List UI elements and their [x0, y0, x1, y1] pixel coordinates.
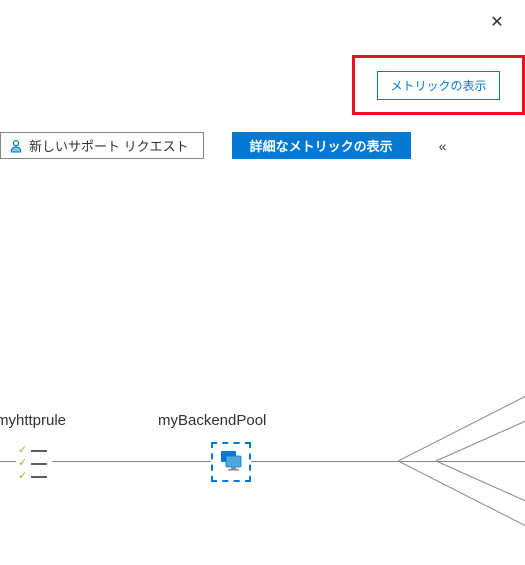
- vm-pool-icon: [218, 448, 244, 477]
- backend-pool-node[interactable]: [211, 442, 251, 482]
- support-person-icon: [9, 139, 23, 153]
- new-support-request-button[interactable]: 新しいサポート リクエスト: [0, 132, 204, 159]
- backend-pool-label: myBackendPool: [158, 412, 266, 429]
- detailed-metrics-button[interactable]: 詳細なメトリックの表示: [232, 132, 411, 159]
- branch-connector: [398, 390, 525, 530]
- topology-diagram: myhttprule ✓ ✓ ✓ myBackendPool: [0, 390, 525, 530]
- rule-node-label: myhttprule: [0, 412, 66, 429]
- support-button-label: 新しいサポート リクエスト: [29, 136, 189, 155]
- collapse-button[interactable]: «: [439, 138, 447, 154]
- close-button[interactable]: ✕: [487, 12, 507, 32]
- show-metrics-button[interactable]: メトリックの表示: [377, 71, 499, 100]
- highlight-annotation: メトリックの表示: [352, 55, 525, 115]
- rule-list-icon: ✓ ✓ ✓: [16, 445, 52, 475]
- toolbar: 新しいサポート リクエスト 詳細なメトリックの表示 «: [0, 132, 525, 159]
